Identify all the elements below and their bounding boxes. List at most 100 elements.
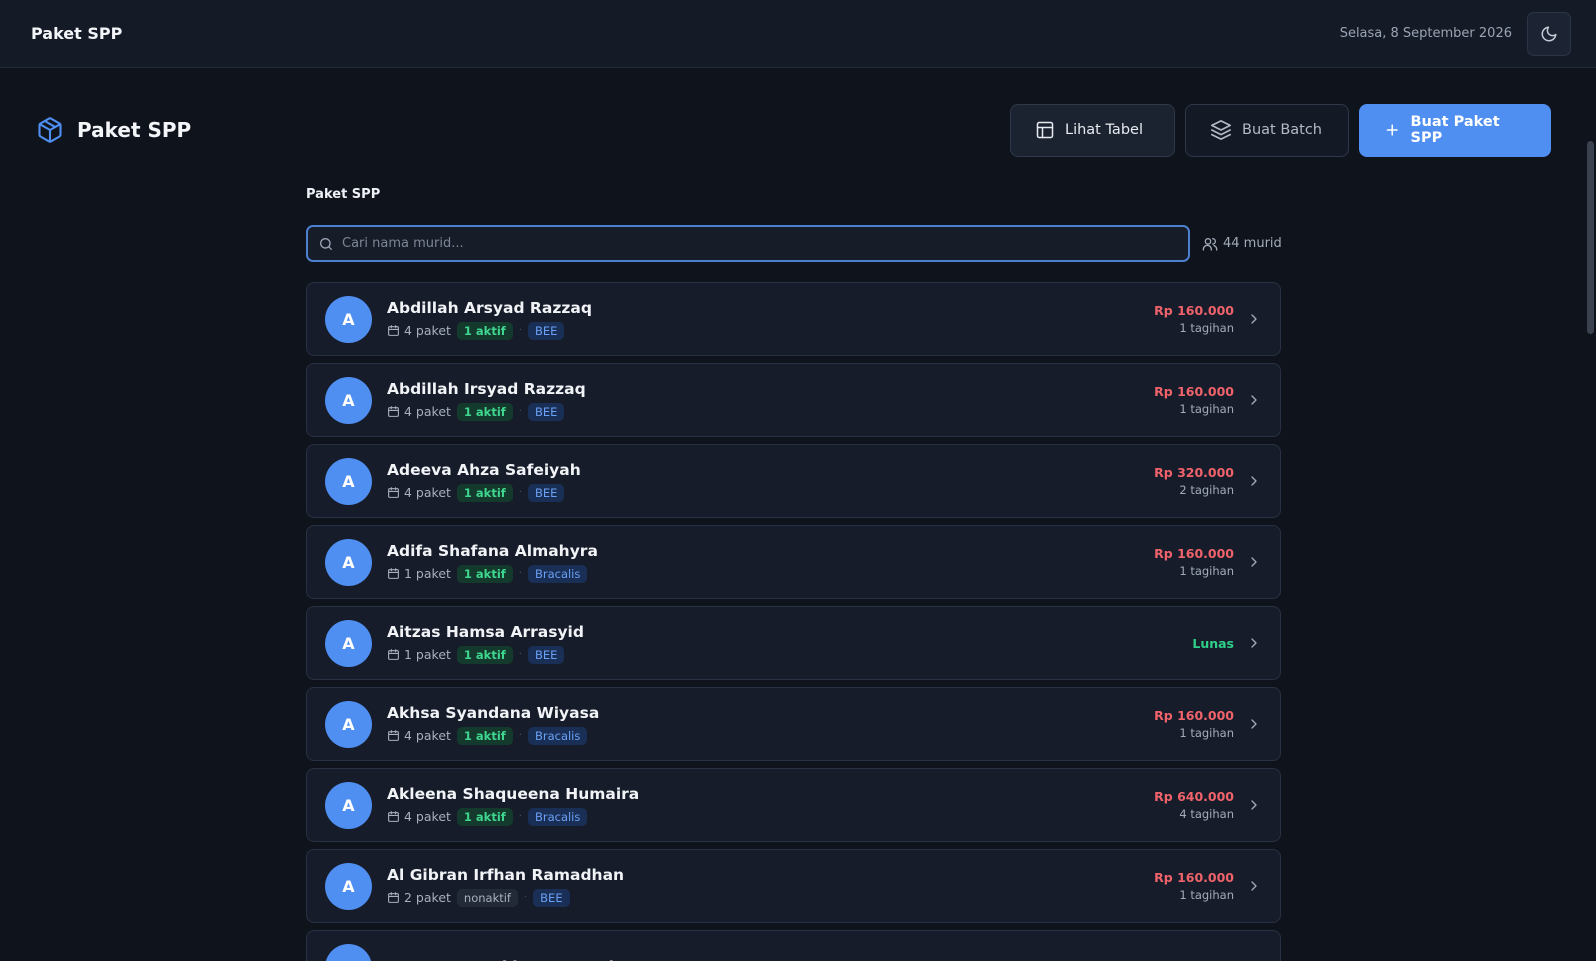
student-row[interactable]: A Adeeva Ahza Safeiyah 4 paket 1 aktif ·… [306,444,1281,518]
package-icon [38,117,62,143]
view-table-label: Lihat Tabel [1065,122,1143,138]
student-meta: 4 paket 1 aktif · Bracalis [387,807,1154,826]
amount-value: Rp 160.000 [1154,384,1234,399]
theme-toggle-button[interactable] [1527,11,1571,56]
status-badge: 1 aktif [456,564,513,583]
student-list: A Abdillah Arsyad Razzaq 4 paket 1 aktif… [306,282,1281,961]
student-name: Abdillah Arsyad Razzaq [387,298,592,317]
student-meta: 1 paket 1 aktif · Bracalis [387,564,1154,583]
student-meta: 2 paket nonaktif · BEE [387,888,1154,907]
avatar: A [325,538,372,586]
bill-count: 2 tagihan [1179,483,1234,497]
layers-icon [1211,120,1231,140]
status-badge: 1 aktif [456,645,513,664]
current-date: Selasa, 8 September 2026 [1339,26,1512,41]
calendar-icon [388,568,399,579]
avatar: A [325,862,372,910]
student-name: Akhsa Syandana Wiyasa [387,703,600,722]
student-row[interactable]: A Akleena Shaqueena Humaira 4 paket 1 ak… [306,768,1281,842]
separator-dot: · [523,892,528,903]
chevron-right-icon [1246,311,1262,327]
program-badge: BEE [527,483,565,502]
package-count: 4 paket [387,485,451,500]
page-title: Paket SPP [77,118,192,142]
package-count-label: 2 paket [404,890,451,905]
student-count-label: 44 murid [1223,236,1282,251]
view-table-button[interactable]: Lihat Tabel [1010,103,1175,157]
search-icon [320,237,332,250]
table-icon [1036,121,1054,139]
status-badge: nonaktif [456,888,518,907]
package-count: 4 paket [387,809,451,824]
student-row[interactable]: A Al Gibran Irfhan Ramadhan 2 paket nona… [306,849,1281,923]
package-count: 1 paket [387,647,451,662]
amount-due: Rp 160.000 1 tagihan [1154,870,1234,902]
package-count-label: 4 paket [404,809,451,824]
calendar-icon [388,892,399,903]
amount-due: Rp 160.000 1 tagihan [1154,303,1234,335]
plus-icon [1386,124,1398,136]
bill-count: 1 tagihan [1179,321,1234,335]
separator-dot: · [518,649,522,660]
program-badge: BEE [527,321,565,340]
create-package-label: Buat Paket SPP [1410,114,1500,146]
search-box[interactable] [306,225,1190,262]
status-badge: 1 aktif [456,726,513,745]
create-batch-label: Buat Batch [1242,122,1322,138]
student-meta: 1 paket 1 aktif · BEE [387,645,1192,664]
page-header: Paket SPP Lihat Tabel Buat Batch Buat Pa… [36,103,1551,157]
avatar: A [325,619,372,667]
app-title: Paket SPP [31,24,123,43]
create-batch-button[interactable]: Buat Batch [1185,103,1349,157]
student-name: Adeeva Ahza Safeiyah [387,460,581,479]
avatar: A [325,295,372,343]
separator-dot: · [518,568,522,579]
amount-value: Rp 160.000 [1154,708,1234,723]
section-label: Paket SPP [306,187,381,202]
top-bar: Paket SPP Selasa, 8 September 2026 [0,0,1596,68]
moon-icon [1541,26,1557,41]
scrollbar-thumb[interactable] [1587,141,1594,334]
student-row[interactable]: A Abdillah Arsyad Razzaq 4 paket 1 aktif… [306,282,1281,356]
amount-due: Rp 640.000 4 tagihan [1154,789,1234,821]
amount-value: Rp 640.000 [1154,789,1234,804]
amount-due: Rp 320.000 2 tagihan [1154,465,1234,497]
status-badge: 1 aktif [456,321,513,340]
status-badge: 1 aktif [456,807,513,826]
separator-dot: · [518,811,522,822]
package-count-label: 1 paket [404,566,451,581]
student-row[interactable]: A Adifa Shafana Almahyra 1 paket 1 aktif… [306,525,1281,599]
bill-count: 1 tagihan [1179,726,1234,740]
search-input[interactable] [342,236,1178,251]
calendar-icon [388,811,399,822]
separator-dot: · [518,325,522,336]
student-name: Akleena Shaqueena Humaira [387,784,640,803]
package-count: 1 paket [387,566,451,581]
amount-value: Rp 320.000 [1154,465,1234,480]
program-badge: BEE [527,645,565,664]
package-count: 2 paket [387,890,451,905]
amount-value: Rp 160.000 [1154,303,1234,318]
separator-dot: · [518,487,522,498]
paid-status: Lunas [1192,635,1234,651]
scrollbar[interactable] [1584,68,1596,961]
create-package-button[interactable]: Buat Paket SPP [1359,103,1551,157]
package-count-label: 4 paket [404,485,451,500]
student-meta: 4 paket 1 aktif · BEE [387,321,1154,340]
student-name: Adifa Shafana Almahyra [387,541,598,560]
calendar-icon [388,325,399,336]
student-meta: 4 paket 1 aktif · Bracalis [387,726,1154,745]
student-name: Aitzas Hamsa Arrasyid [387,622,584,641]
chevron-right-icon [1246,392,1262,408]
student-name: Al Gibran Irfhan Ramadhan [387,865,625,884]
student-row[interactable]: A Aryasatya Sakha Manggala [306,930,1281,961]
program-badge: BEE [533,888,570,907]
student-meta: 4 paket 1 aktif · BEE [387,483,1154,502]
student-row[interactable]: A Abdillah Irsyad Razzaq 4 paket 1 aktif… [306,363,1281,437]
package-count-label: 1 paket [404,647,451,662]
bill-count: 1 tagihan [1179,888,1234,902]
amount-due: Rp 160.000 1 tagihan [1154,708,1234,740]
student-row[interactable]: A Akhsa Syandana Wiyasa 4 paket 1 aktif … [306,687,1281,761]
package-count: 4 paket [387,404,451,419]
student-row[interactable]: A Aitzas Hamsa Arrasyid 1 paket 1 aktif … [306,606,1281,680]
